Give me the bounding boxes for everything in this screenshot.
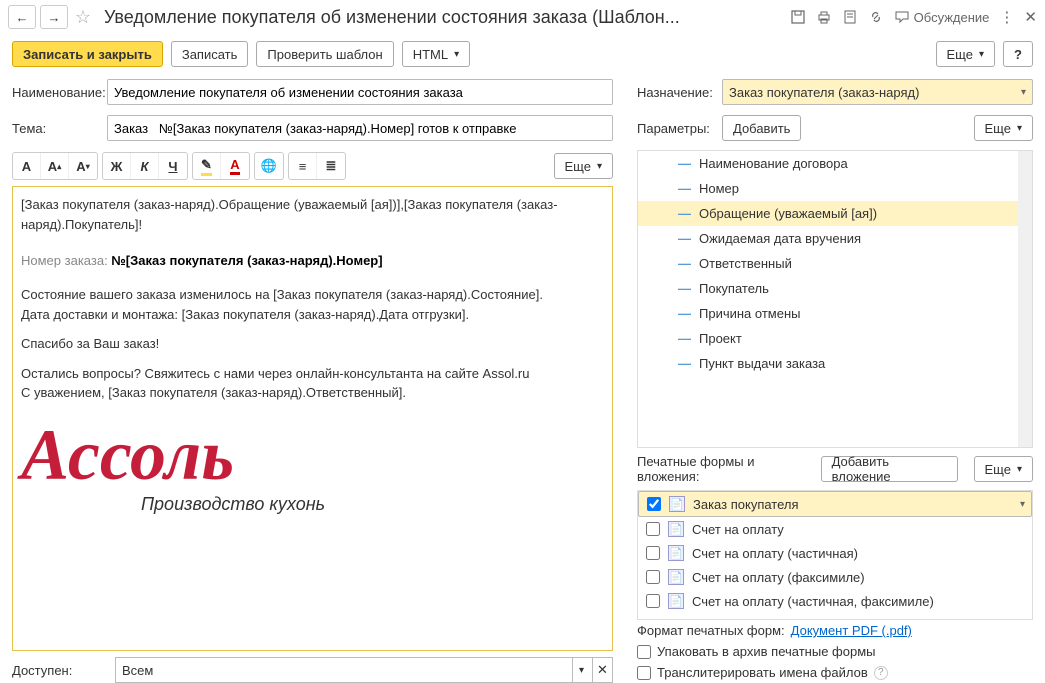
translit-label: Транслитерировать имена файлов [657, 665, 868, 680]
param-item[interactable]: —Проект [638, 326, 1032, 351]
help-icon[interactable]: ? [874, 666, 888, 680]
available-label: Доступен: [12, 663, 107, 678]
font-grow-button[interactable]: A▴ [41, 153, 69, 179]
body-line: Состояние вашего заказа изменилось на [З… [21, 285, 604, 305]
params-label: Параметры: [637, 121, 722, 136]
save-icon[interactable] [790, 9, 806, 25]
bold-button[interactable]: Ж [103, 153, 131, 179]
document-icon: 📄 [668, 569, 684, 585]
forward-button[interactable]: → [40, 5, 68, 29]
body-greeting: [Заказ покупателя (заказ-наряд).Обращени… [21, 195, 604, 234]
text-color-button[interactable]: A [221, 153, 249, 179]
subject-input[interactable] [107, 115, 613, 141]
available-select[interactable]: Всем ▾ ✕ [115, 657, 613, 683]
page-title: Уведомление покупателя об изменении сост… [98, 7, 786, 28]
params-tree[interactable]: —Наименование договора—Номер—Обращение (… [637, 150, 1033, 448]
add-attachment-button[interactable]: Добавить вложение [821, 456, 958, 482]
pdf-format-link[interactable]: Документ PDF (.pdf) [791, 623, 912, 638]
name-label: Наименование: [12, 85, 107, 100]
translit-checkbox[interactable] [637, 666, 651, 680]
attachments-label: Печатные формы и вложения: [637, 454, 813, 484]
body-line: Остались вопросы? Свяжитесь с нами через… [21, 364, 604, 384]
dropdown-icon[interactable]: ▾ [572, 658, 590, 682]
font-button[interactable]: A [13, 153, 41, 179]
attachment-item[interactable]: 📄Счет на оплату (частичная) [638, 541, 1032, 565]
purpose-label: Назначение: [637, 85, 722, 100]
param-item[interactable]: —Ожидаемая дата вручения [638, 226, 1032, 251]
underline-button[interactable]: Ч [159, 153, 187, 179]
attachments-list[interactable]: 📄Заказ покупателя📄Счет на оплату📄Счет на… [637, 490, 1033, 620]
attachment-checkbox[interactable] [647, 497, 661, 511]
subject-label: Тема: [12, 121, 107, 136]
dash-icon: — [678, 256, 691, 271]
pack-archive-checkbox[interactable] [637, 645, 651, 659]
close-icon[interactable]: ✕ [1024, 8, 1037, 26]
param-item[interactable]: —Ответственный [638, 251, 1032, 276]
document-icon: 📄 [668, 545, 684, 561]
highlight-button[interactable]: ✎ [193, 153, 221, 179]
save-button[interactable]: Записать [171, 41, 249, 67]
param-item[interactable]: —Обращение (уважаемый [ая]) [638, 201, 1032, 226]
add-param-button[interactable]: Добавить [722, 115, 801, 141]
bullet-list-button[interactable]: ≡ [289, 153, 317, 179]
font-shrink-button[interactable]: A▾ [69, 153, 97, 179]
param-item[interactable]: —Пункт выдачи заказа [638, 351, 1032, 376]
editor-more-button[interactable]: Еще [554, 153, 613, 179]
dash-icon: — [678, 206, 691, 221]
param-item[interactable]: —Покупатель [638, 276, 1032, 301]
check-template-button[interactable]: Проверить шаблон [256, 41, 393, 67]
body-line: Дата доставки и монтажа: [Заказ покупате… [21, 305, 604, 325]
italic-button[interactable]: К [131, 153, 159, 179]
attachment-checkbox[interactable] [646, 570, 660, 584]
discuss-icon[interactable]: Обсуждение [894, 9, 990, 25]
print-icon[interactable] [816, 9, 832, 25]
attachment-item[interactable]: 📄Счет на оплату (частичная, факсимиле) [638, 589, 1032, 613]
attach-more-button[interactable]: Еще [974, 456, 1033, 482]
back-button[interactable]: ← [8, 5, 36, 29]
save-close-button[interactable]: Записать и закрыть [12, 41, 163, 67]
logo-subtitle: Производство кухонь [141, 491, 604, 518]
document-icon: 📄 [668, 521, 684, 537]
help-button[interactable]: ? [1003, 41, 1033, 67]
dash-icon: — [678, 356, 691, 371]
document-icon: 📄 [669, 496, 685, 512]
link-icon[interactable] [868, 9, 884, 25]
insert-image-button[interactable]: 🌐 [255, 153, 283, 179]
param-item[interactable]: —Причина отмены [638, 301, 1032, 326]
param-item[interactable]: —Наименование договора [638, 151, 1032, 176]
dash-icon: — [678, 181, 691, 196]
params-more-button[interactable]: Еще [974, 115, 1033, 141]
body-line: Спасибо за Ваш заказ! [21, 334, 604, 354]
attachment-checkbox[interactable] [646, 522, 660, 536]
dash-icon: — [678, 331, 691, 346]
editor-area[interactable]: [Заказ покупателя (заказ-наряд).Обращени… [12, 186, 613, 651]
dash-icon: — [678, 281, 691, 296]
favorite-icon[interactable]: ☆ [72, 6, 94, 28]
attachment-item[interactable]: 📄Счет на оплату (факсимиле) [638, 565, 1032, 589]
logo: Ассоль [21, 419, 604, 491]
attachment-checkbox[interactable] [646, 546, 660, 560]
body-order-line: Номер заказа: №[Заказ покупателя (заказ-… [21, 246, 604, 273]
print-format-label: Формат печатных форм: [637, 623, 785, 638]
more-button[interactable]: Еще [936, 41, 995, 67]
number-list-button[interactable]: ≣ [317, 153, 345, 179]
purpose-select[interactable]: Заказ покупателя (заказ-наряд) [722, 79, 1033, 105]
menu-icon[interactable]: ⋮ [999, 8, 1014, 26]
report-icon[interactable] [842, 9, 858, 25]
dash-icon: — [678, 231, 691, 246]
attachment-item[interactable]: 📄Заказ покупателя [638, 491, 1032, 517]
document-icon: 📄 [668, 593, 684, 609]
name-input[interactable] [107, 79, 613, 105]
attachment-checkbox[interactable] [646, 594, 660, 608]
html-button[interactable]: HTML [402, 41, 470, 67]
clear-icon[interactable]: ✕ [592, 658, 612, 682]
pack-archive-label: Упаковать в архив печатные формы [657, 644, 875, 659]
attachment-item[interactable]: 📄Счет на оплату [638, 517, 1032, 541]
dash-icon: — [678, 156, 691, 171]
param-item[interactable]: —Номер [638, 176, 1032, 201]
body-line: С уважением, [Заказ покупателя (заказ-на… [21, 383, 604, 403]
dash-icon: — [678, 306, 691, 321]
